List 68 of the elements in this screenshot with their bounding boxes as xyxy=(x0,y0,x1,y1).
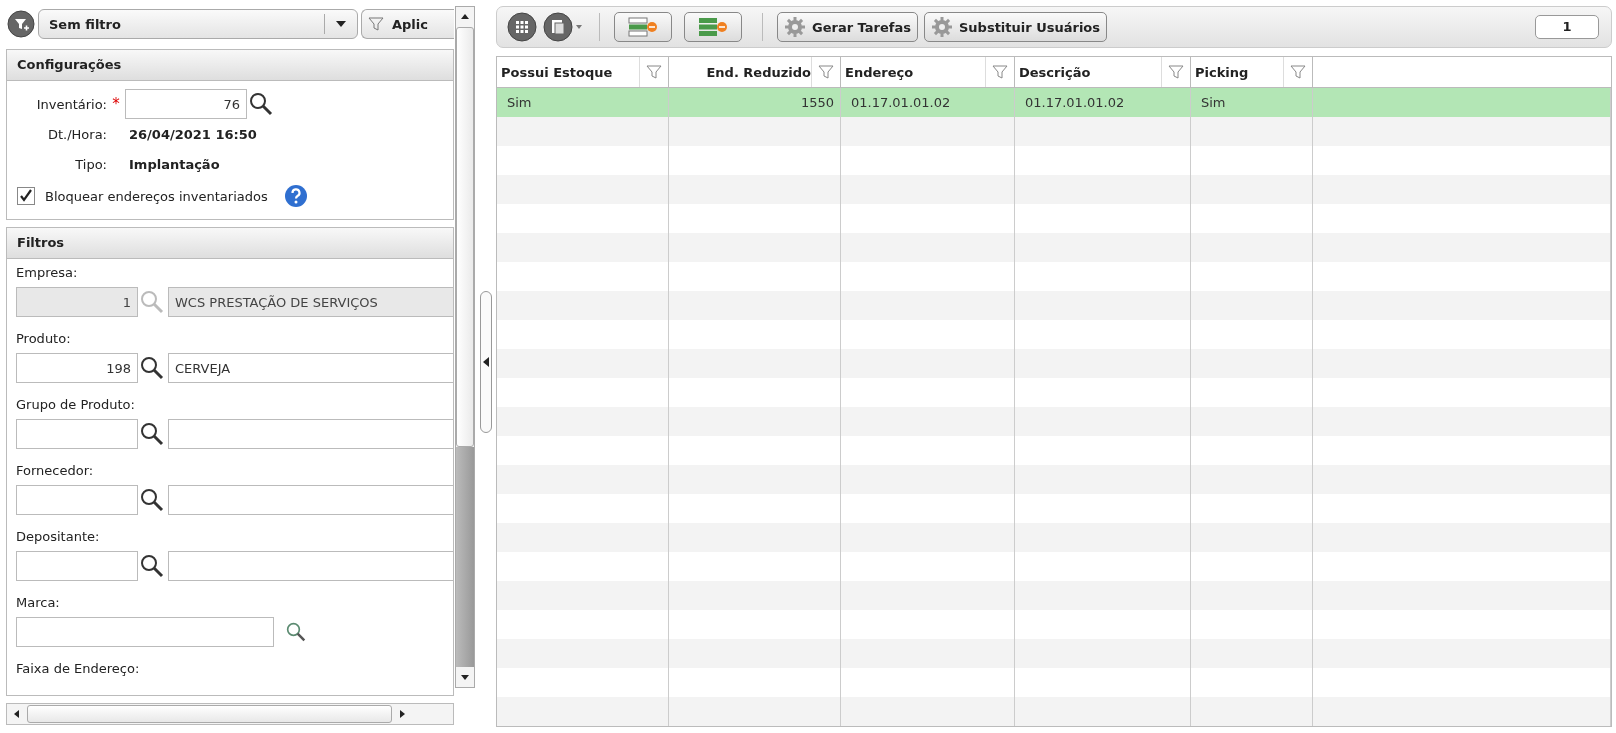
count-bubble: 1 xyxy=(1535,15,1599,39)
dropdown-caret-icon xyxy=(335,19,347,29)
search-icon[interactable] xyxy=(140,422,164,446)
search-icon[interactable] xyxy=(140,356,164,380)
field-label: Inventário: xyxy=(35,96,107,112)
grid-icon[interactable] xyxy=(507,12,537,42)
rows-minus-icon xyxy=(697,17,729,37)
field-label: Dt./Hora: xyxy=(46,126,107,142)
field-label: Tipo: xyxy=(74,156,107,172)
funnel-icon[interactable] xyxy=(1168,64,1184,80)
field-label: Empresa: xyxy=(16,264,79,282)
description-field[interactable]: CERVEJA xyxy=(168,353,453,383)
column-header[interactable]: Picking xyxy=(1195,64,1283,80)
description-field[interactable] xyxy=(168,485,453,515)
required-mark: * xyxy=(111,95,121,113)
table-cell-text: 01.17.01.01.02 xyxy=(851,95,952,110)
add-filter-icon[interactable] xyxy=(7,10,35,38)
code-field[interactable] xyxy=(16,551,138,581)
inventory-field[interactable]: 76 xyxy=(125,89,247,119)
funnel-icon[interactable] xyxy=(818,64,834,80)
table-cell-text: 1550 xyxy=(799,95,834,110)
funnel-icon[interactable] xyxy=(992,64,1008,80)
code-field[interactable] xyxy=(16,485,138,515)
table-cell-text: Sim xyxy=(1201,95,1227,110)
horizontal-scrollbar[interactable] xyxy=(6,703,454,725)
column-header[interactable]: End. Reduzido xyxy=(673,64,811,80)
rows-remove-button[interactable] xyxy=(684,12,742,42)
search-icon[interactable] xyxy=(140,488,164,512)
code-field[interactable] xyxy=(16,419,138,449)
filter-select[interactable]: Sem filtro xyxy=(38,9,358,39)
type-value: Implantação xyxy=(129,156,220,172)
description-field[interactable] xyxy=(168,551,453,581)
search-icon[interactable] xyxy=(140,554,164,578)
date-value: 26/04/2021 16:50 xyxy=(129,126,257,142)
field-label: Faixa de Endereço: xyxy=(16,660,141,678)
table-row[interactable]: Sim 1550 01.17.01.01.02 01.17.01.01.02 Sim xyxy=(497,88,1611,117)
checkbox[interactable] xyxy=(17,187,35,205)
gear-button[interactable]: Gerar Tarefas xyxy=(777,12,918,42)
funnel-icon[interactable] xyxy=(1290,64,1306,80)
document-menu-icon[interactable] xyxy=(543,12,585,42)
field-label: Fornecedor: xyxy=(16,462,95,480)
code-field[interactable]: 198 xyxy=(16,353,138,383)
apply-button[interactable]: Aplic xyxy=(361,9,454,39)
search-icon[interactable] xyxy=(249,92,273,116)
field-label: Depositante: xyxy=(16,528,101,546)
column-header[interactable]: Possui Estoque xyxy=(501,64,639,80)
rows-remove-button[interactable] xyxy=(614,12,672,42)
rows-minus-icon xyxy=(627,17,659,37)
field-label: Grupo de Produto: xyxy=(16,396,136,414)
brand-field[interactable] xyxy=(16,617,274,647)
field-label: Marca: xyxy=(16,594,61,612)
section-header: Configurações xyxy=(7,50,453,81)
table-cell-text: 01.17.01.01.02 xyxy=(1025,95,1126,110)
description-field[interactable] xyxy=(168,419,453,449)
gear-icon xyxy=(930,16,953,38)
field-label: Produto: xyxy=(16,330,72,348)
column-header[interactable]: Endereço xyxy=(845,64,985,80)
table-cell-text: Sim xyxy=(507,95,533,110)
funnel-icon[interactable] xyxy=(646,64,662,80)
section-header: Filtros xyxy=(7,228,453,259)
funnel-icon xyxy=(368,16,384,32)
help-icon[interactable] xyxy=(283,184,308,208)
gear-button[interactable]: Substituir Usuários xyxy=(923,12,1108,42)
search-icon[interactable] xyxy=(286,622,306,642)
checkbox-label: Bloquear endereços inventariados xyxy=(45,188,268,204)
vertical-scrollbar[interactable] xyxy=(455,6,475,688)
column-header[interactable]: Descrição xyxy=(1019,64,1161,80)
collapse-handle[interactable] xyxy=(480,290,492,433)
